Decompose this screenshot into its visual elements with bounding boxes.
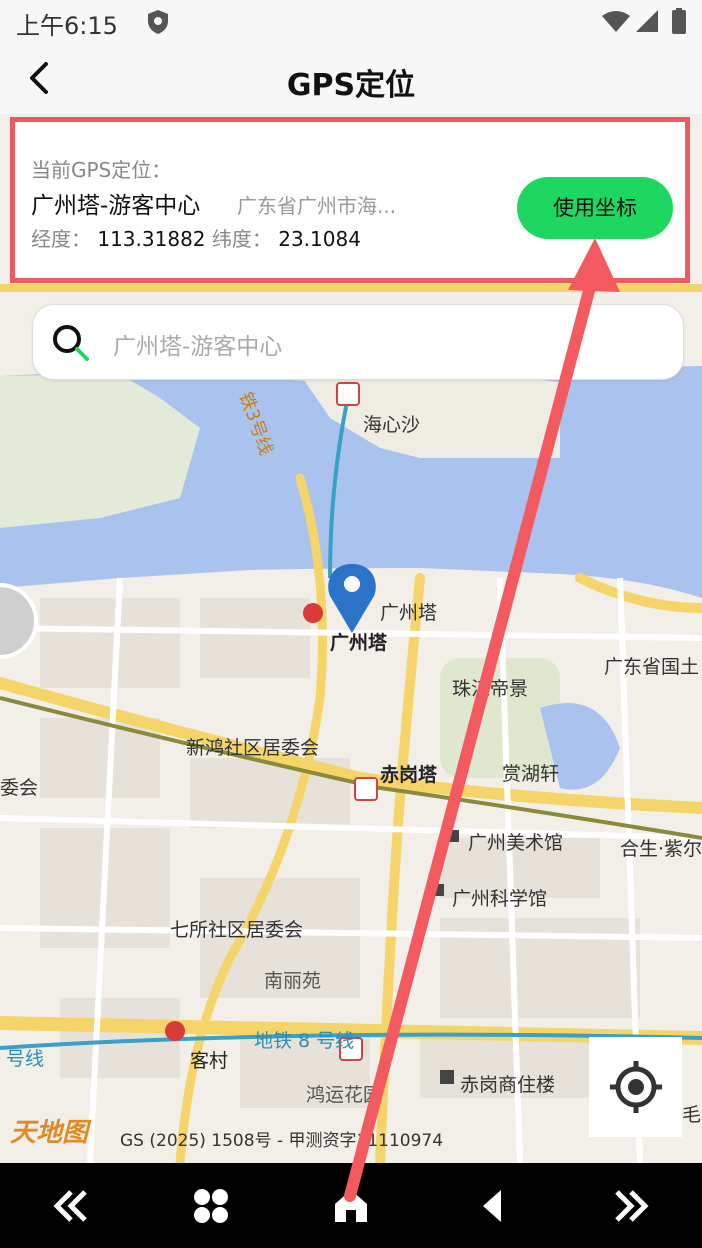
- search-placeholder[interactable]: 广州塔-游客中心: [113, 327, 282, 361]
- latitude-label: 纬度：: [211, 227, 272, 251]
- map-provider-logo: 天地图: [10, 1118, 89, 1148]
- signal-icon: [636, 10, 658, 32]
- map-label: 南丽苑: [264, 970, 322, 992]
- map-label: 赤岗塔: [380, 764, 438, 786]
- map-label: 七所社区居委会: [170, 919, 304, 941]
- current-gps-label: 当前GPS定位：: [31, 158, 172, 182]
- double-chevron-left-icon[interactable]: [46, 1181, 96, 1231]
- longitude-label: 经度：: [31, 227, 91, 251]
- map-label: 合生·紫尔: [620, 838, 702, 860]
- map-label: 鸿运花园: [306, 1084, 383, 1106]
- crosshair-icon: [609, 1061, 662, 1113]
- map-label: 毛: [682, 1104, 702, 1126]
- locate-me-button[interactable]: [589, 1037, 682, 1137]
- title-bar: GPS定位: [0, 44, 702, 114]
- longitude-value: 113.31882: [97, 227, 206, 251]
- map-label: 赤岗商住楼: [460, 1074, 556, 1096]
- search-bar[interactable]: 广州塔-游客中心: [32, 304, 684, 380]
- map-label: 海心沙: [363, 414, 421, 436]
- shield-icon: [146, 9, 170, 39]
- page-title: GPS定位: [286, 68, 416, 103]
- map-label: 号线: [6, 1048, 45, 1070]
- double-chevron-right-icon[interactable]: [606, 1181, 656, 1231]
- map-label: 赏湖轩: [502, 763, 560, 785]
- battery-icon: [672, 10, 686, 34]
- use-coordinates-button[interactable]: 使用坐标: [517, 177, 673, 239]
- map-label: 新鸿社区居委会: [186, 737, 320, 759]
- status-time: 上午6:15: [16, 12, 118, 40]
- map-view[interactable]: 海心沙 广州塔 广州塔 广东省国土 珠江帝景 新鸿社区居委会 赤岗塔 赏湖轩 委…: [0, 278, 702, 1163]
- map-label: 广州塔: [380, 602, 438, 624]
- gps-location-card: 当前GPS定位： 广州塔-游客中心 广东省广州市海... 经度： 113.318…: [10, 117, 690, 283]
- latitude-value: 23.1084: [278, 227, 361, 251]
- status-bar: 上午6:15: [0, 0, 702, 44]
- map-label: 广州美术馆: [468, 832, 564, 854]
- map-label: 广州科学馆: [452, 888, 548, 910]
- map-label: 地铁 8 号线: [254, 1030, 355, 1052]
- wifi-icon: [602, 11, 630, 32]
- bottom-navigation-bar: [0, 1163, 702, 1248]
- apps-grid-icon[interactable]: [186, 1181, 236, 1231]
- home-icon[interactable]: [326, 1181, 376, 1231]
- place-address: 广东省广州市海...: [237, 194, 397, 218]
- coordinates: 经度： 113.31882 纬度： 23.1084: [31, 223, 361, 252]
- map-label: 委会: [0, 777, 39, 799]
- back-triangle-icon[interactable]: [466, 1181, 516, 1231]
- search-icon: [51, 323, 91, 367]
- map-label: 广东省国土: [604, 656, 700, 678]
- map-attribution: GS (2025) 1508号 - 甲测资字11110974: [120, 1131, 444, 1151]
- map-label: 珠江帝景: [452, 678, 529, 700]
- place-name: 广州塔-游客中心: [31, 193, 201, 219]
- map-label: 广州塔: [330, 632, 388, 654]
- map-label: 客村: [190, 1050, 229, 1072]
- system-icons: [600, 8, 692, 40]
